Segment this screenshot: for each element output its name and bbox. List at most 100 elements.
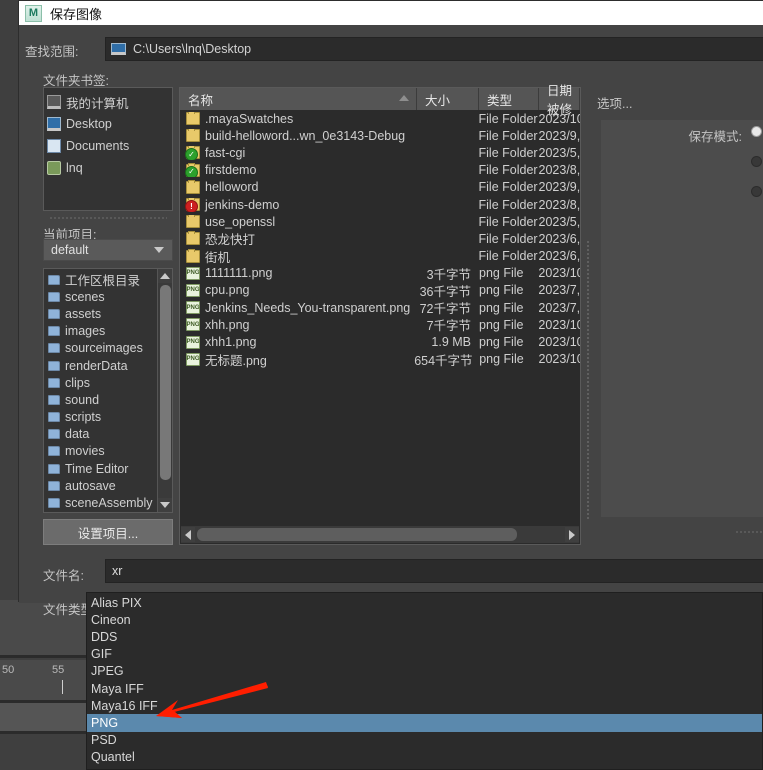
file-row-name-cell: PNG Jenkins_Needs_You-transparent.png [180,301,415,315]
file-type-option-maya16-iff[interactable]: Maya16 IFF [87,697,762,714]
file-row[interactable]: PNG cpu.png 36千字节 png File 2023/7, [180,282,580,299]
file-row-type: File Folder [478,163,538,178]
folder-item-3[interactable]: images [48,323,157,340]
folder-item-4[interactable]: sourceimages [48,340,157,357]
project-folder-items: 工作区根目录 scenes assets images sourceimages rend… [44,269,157,512]
file-row-name-cell: build-helloword...wn_0e3143-Debug [180,128,414,143]
folder-list-scrollbar[interactable] [157,269,172,512]
current-project-value: default [51,243,89,257]
file-row[interactable]: PNG xhh.png 7千字节 png File 2023/10 [180,316,580,333]
folder-item-13[interactable]: sceneAssembly [48,494,157,511]
file-row[interactable]: PNG 无标题.png 654千字节 png File 2023/10 [180,351,580,368]
file-row-name-cell: 恐龙快打 [180,229,414,248]
save-mode-radio-2[interactable] [751,186,762,197]
folder-icon: ✓ [185,163,200,178]
file-row-name-cell: helloword [180,180,414,194]
file-row-date: 2023/6, [538,249,580,264]
triangle-right-icon[interactable] [565,527,579,542]
file-row-type: File Folder [478,128,538,143]
file-row[interactable]: PNG Jenkins_Needs_You-transparent.png 72千字… [180,299,580,316]
hscroll-thumb[interactable] [197,528,517,541]
folder-item-label: renderData [65,358,128,373]
look-in-path-field[interactable]: C:\Users\lnq\Desktop [105,37,763,61]
bookmark-item-desktop[interactable]: Desktop [47,113,172,135]
column-header-name[interactable]: 名称 [180,88,417,110]
folder-item-12[interactable]: autosave [48,477,157,494]
folder-icon [48,480,60,491]
alert-badge-icon: ! [185,200,198,212]
file-row[interactable]: ! jenkins-demo File Folder 2023/8, [180,196,580,213]
bookmark-item-my-computer[interactable]: 我的计算机 [47,91,172,113]
folder-item-7[interactable]: sound [48,391,157,408]
file-row-date: 2023/9, [538,180,580,195]
file-row[interactable]: build-helloword...wn_0e3143-Debug File Fo… [180,127,580,144]
file-type-option-dds[interactable]: DDS [87,628,762,645]
column-header-type[interactable]: 类型 [479,88,539,110]
bookmarks-list[interactable]: 我的计算机 Desktop Documents lnq [43,87,173,211]
hscroll-track[interactable] [195,527,565,542]
column-header-date[interactable]: 日期被修 [539,84,580,117]
file-row[interactable]: 恐龙快打 File Folder 2023/6, [180,230,580,247]
folder-item-8[interactable]: scripts [48,409,157,426]
chevron-down-icon[interactable] [158,498,172,512]
folder-icon [48,394,60,405]
folder-scrollbar-thumb[interactable] [160,285,171,480]
folder-item-2[interactable]: assets [48,305,157,322]
file-type-option-cineon[interactable]: Cineon [87,611,762,628]
folder-icon [48,291,60,302]
png-file-icon: PNG [186,301,200,315]
file-row[interactable]: helloword File Folder 2023/9, [180,179,580,196]
file-row[interactable]: PNG xhh1.png 1.9 MB png File 2023/10 [180,333,580,350]
file-name-input[interactable]: xr [105,559,763,583]
chevron-down-icon[interactable] [146,240,172,260]
bookmark-item-lnq[interactable]: lnq [47,157,172,179]
file-row-type: png File [479,300,524,315]
file-type-option-gif[interactable]: GIF [87,646,762,663]
file-row[interactable]: .mayaSwatches File Folder 2023/10 [180,110,580,127]
file-row-type: File Folder [478,249,538,264]
file-row[interactable]: ✓ firstdemo File Folder 2023/8, [180,162,580,179]
file-type-option-psd[interactable]: PSD [87,732,762,749]
column-header-size[interactable]: 大小 [417,88,479,110]
bookmark-label-3: lnq [66,161,83,175]
folder-item-0[interactable]: 工作区根目录 [48,271,157,288]
triangle-left-icon[interactable] [181,527,195,542]
file-row[interactable]: 街机 File Folder 2023/6, [180,248,580,265]
folder-item-6[interactable]: clips [48,374,157,391]
file-type-dropdown-list[interactable]: Alias PIX Cineon DDS GIF JPEG Maya IFF Maya16 … [86,592,763,770]
file-row-size: 36千字节 [419,284,472,299]
file-row-date: 2023/10 [538,335,580,350]
current-project-combo[interactable]: default [43,239,173,261]
maya-logo-letter: M [28,6,39,19]
vertical-splitter[interactable] [587,240,589,520]
png-file-icon: PNG [186,352,200,366]
look-in-path-value: C:\Users\lnq\Desktop [133,42,252,56]
file-type-option-maya-iff[interactable]: Maya IFF [87,680,762,697]
save-mode-radio-1[interactable] [751,156,762,167]
file-row[interactable]: use_openssl File Folder 2023/5, [180,213,580,230]
file-row-date: 2023/5, [538,145,580,160]
folder-item-11[interactable]: Time Editor [48,460,157,477]
folder-item-5[interactable]: renderData [48,357,157,374]
dialog-body: 查找范围: C:\Users\lnq\Desktop 文件夹书签: 我的计算机 … [19,25,763,617]
file-type-option-jpeg[interactable]: JPEG [87,663,762,680]
chevron-up-icon[interactable] [158,269,172,283]
options-label[interactable]: 选项... [597,93,632,112]
set-project-button[interactable]: 设置项目... [43,519,173,545]
file-row-size: 3千字节 [426,267,472,282]
file-row[interactable]: PNG 1111111.png 3千字节 png File 2023/10 [180,265,580,282]
file-row-name: Jenkins_Needs_You-transparent.png [205,300,411,315]
folder-item-9[interactable]: data [48,426,157,443]
project-folder-list[interactable]: 工作区根目录 scenes assets images sourceimages rend… [43,268,173,513]
folder-item-1[interactable]: scenes [48,288,157,305]
file-list-horizontal-scrollbar[interactable] [181,526,579,543]
file-row[interactable]: ✓ fast-cgi File Folder 2023/5, [180,144,580,161]
file-type-option-quantel[interactable]: Quantel [87,749,762,766]
file-row-name: build-helloword...wn_0e3143-Debug [205,128,406,143]
folder-item-10[interactable]: movies [48,443,157,460]
file-row-type: File Folder [478,214,538,229]
file-type-option-png[interactable]: PNG [87,714,762,732]
save-mode-radio-0[interactable] [751,126,762,137]
bookmark-item-documents[interactable]: Documents [47,135,172,157]
file-type-option-alias-pix[interactable]: Alias PIX [87,594,762,611]
